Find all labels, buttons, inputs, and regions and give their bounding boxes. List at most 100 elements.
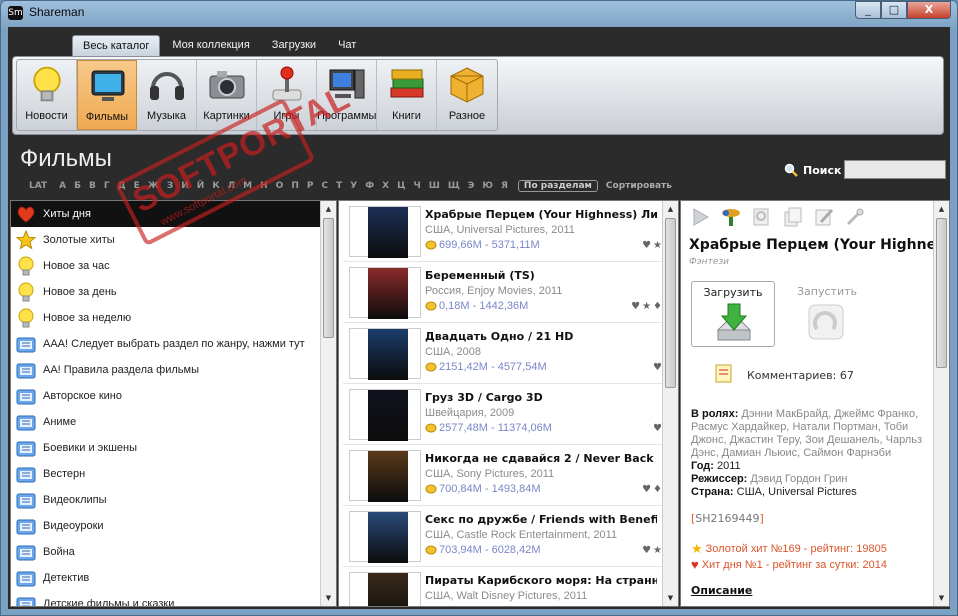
movie-item[interactable]: Пираты Карибского моря: На странных бере…	[343, 567, 662, 606]
letter-22[interactable]: Ц	[393, 181, 409, 191]
category-7[interactable]: Разное	[437, 60, 497, 130]
scroll-down-icon[interactable]: ▼	[934, 590, 949, 606]
category-0[interactable]: Новости	[17, 60, 77, 130]
maximize-button[interactable]: □	[881, 1, 907, 19]
zoom-icon[interactable]	[751, 206, 773, 228]
status-icon[interactable]: ♦	[653, 301, 662, 312]
letter-23[interactable]: Ч	[409, 181, 424, 191]
letter-20[interactable]: Ф	[361, 181, 378, 191]
gold-hit-rating[interactable]: ★ Золотой хит №169 - рейтинг: 19805	[691, 541, 887, 557]
detail-scrollbar[interactable]: ▲ ▼	[933, 201, 949, 606]
letter-2[interactable]: В	[85, 181, 100, 191]
genre-item[interactable]: Вестерн	[11, 461, 336, 487]
movie-title[interactable]: Груз 3D / Cargo 3D	[425, 391, 657, 404]
copy-icon[interactable]	[782, 206, 804, 228]
minimize-button[interactable]: _	[855, 1, 881, 19]
comments-icon[interactable]	[713, 363, 735, 385]
play-icon[interactable]	[689, 206, 711, 228]
letter-1[interactable]: Б	[70, 181, 85, 191]
movie-thumbnail[interactable]	[349, 511, 421, 563]
movie-thumbnail[interactable]	[349, 450, 421, 502]
status-icon[interactable]: ♥	[642, 240, 651, 251]
scroll-down-icon[interactable]: ▼	[663, 590, 678, 606]
movie-thumbnail[interactable]	[349, 328, 421, 380]
run-button[interactable]: Запустить	[785, 281, 869, 347]
status-icon[interactable]: ♥	[642, 545, 651, 556]
status-icon[interactable]: ★	[653, 545, 662, 556]
genre-item[interactable]: Боевики и экшены	[11, 435, 336, 461]
letter-25[interactable]: Щ	[444, 181, 464, 191]
status-icon[interactable]: ♥	[653, 423, 662, 434]
movie-item[interactable]: Беременный (TS) Россия, Enjoy Movies, 201…	[343, 262, 662, 323]
genre-item[interactable]: Новое за день	[11, 279, 336, 305]
tab-3[interactable]: Чат	[328, 35, 366, 56]
genre-item[interactable]: Детские фильмы и сказки	[11, 591, 336, 606]
letter-lat[interactable]: LAT	[25, 181, 55, 191]
status-icon[interactable]: ★	[653, 240, 662, 251]
scroll-thumb[interactable]	[665, 218, 676, 388]
search-input[interactable]	[844, 160, 946, 179]
share-icon[interactable]	[720, 206, 742, 228]
scroll-down-icon[interactable]: ▼	[321, 590, 336, 606]
scroll-up-icon[interactable]: ▲	[934, 201, 949, 217]
movie-title[interactable]: Пираты Карибского моря: На странных бере…	[425, 574, 657, 587]
letter-27[interactable]: Ю	[478, 181, 497, 191]
status-icon[interactable]: ♥	[631, 301, 640, 312]
comments-count[interactable]: Комментариев: 67	[747, 369, 854, 382]
category-1[interactable]: Фильмы	[77, 60, 137, 130]
genre-scrollbar[interactable]: ▲ ▼	[320, 201, 336, 606]
movie-title[interactable]: Беременный (TS)	[425, 269, 657, 282]
movie-thumbnail[interactable]	[349, 267, 421, 319]
status-icon[interactable]: ♦	[653, 484, 662, 495]
tab-0[interactable]: Весь каталог	[72, 35, 161, 56]
movie-item[interactable]: Никогда не сдавайся 2 / Never Back Down …	[343, 445, 662, 506]
letter-16[interactable]: Р	[303, 181, 318, 191]
movie-title[interactable]: Храбрые Перцем (Your Highness) Лицензия	[425, 208, 657, 221]
movie-item[interactable]: Храбрые Перцем (Your Highness) Лицензия С…	[343, 201, 662, 262]
scroll-up-icon[interactable]: ▲	[663, 201, 678, 217]
status-icon[interactable]: ★	[642, 301, 651, 312]
tab-2[interactable]: Загрузки	[262, 35, 326, 56]
genre-item[interactable]: Видеоуроки	[11, 513, 336, 539]
letter-15[interactable]: П	[287, 181, 303, 191]
scroll-up-icon[interactable]: ▲	[321, 201, 336, 217]
genre-item[interactable]: Авторское кино	[11, 383, 336, 409]
letter-21[interactable]: Х	[378, 181, 393, 191]
close-button[interactable]: X	[907, 1, 951, 19]
description-link[interactable]: Описание	[691, 584, 752, 597]
movie-item[interactable]: Двадцать Одно / 21 HD США, 2008 2151,42M -…	[343, 323, 662, 384]
movie-item[interactable]: Секс по дружбе / Friends with Benefits (…	[343, 506, 662, 567]
movie-thumbnail[interactable]	[349, 572, 421, 606]
genre-item[interactable]: Война	[11, 539, 336, 565]
movie-title[interactable]: Секс по дружбе / Friends with Benefits (…	[425, 513, 657, 526]
tab-1[interactable]: Моя коллекция	[162, 35, 259, 56]
letter-14[interactable]: О	[272, 181, 288, 191]
movie-title[interactable]: Двадцать Одно / 21 HD	[425, 330, 657, 343]
movie-item[interactable]: Груз 3D / Cargo 3D Швейцария, 2009 2577,48…	[343, 384, 662, 445]
genre-item[interactable]: ААА! Следует выбрать раздел по жанру, на…	[11, 331, 336, 357]
status-icon[interactable]: ♥	[653, 362, 662, 373]
letter-26[interactable]: Э	[464, 181, 479, 191]
scroll-thumb[interactable]	[323, 218, 334, 338]
by-sections-button[interactable]: По разделам	[517, 180, 598, 192]
download-button[interactable]: Загрузить	[691, 281, 775, 347]
genre-item[interactable]: Детектив	[11, 565, 336, 591]
tools-icon[interactable]	[844, 206, 866, 228]
letter-24[interactable]: Ш	[425, 181, 444, 191]
letter-28[interactable]: Я	[497, 181, 512, 191]
movie-title[interactable]: Никогда не сдавайся 2 / Never Back Down …	[425, 452, 657, 465]
letter-17[interactable]: С	[317, 181, 332, 191]
movie-thumbnail[interactable]	[349, 389, 421, 441]
movie-scrollbar[interactable]: ▲ ▼	[662, 201, 678, 606]
letter-3[interactable]: Г	[100, 181, 114, 191]
sort-button[interactable]: Сортировать	[606, 181, 672, 191]
genre-item[interactable]: Новое за неделю	[11, 305, 336, 331]
title-bar[interactable]: Sm Shareman _ □ X	[1, 1, 957, 25]
category-6[interactable]: Книги	[377, 60, 437, 130]
scroll-thumb[interactable]	[936, 218, 947, 368]
letter-19[interactable]: У	[346, 181, 361, 191]
movie-thumbnail[interactable]	[349, 206, 421, 258]
status-icon[interactable]: ♥	[642, 484, 651, 495]
letter-18[interactable]: Т	[332, 181, 346, 191]
genre-item[interactable]: АА! Правила раздела фильмы	[11, 357, 336, 383]
